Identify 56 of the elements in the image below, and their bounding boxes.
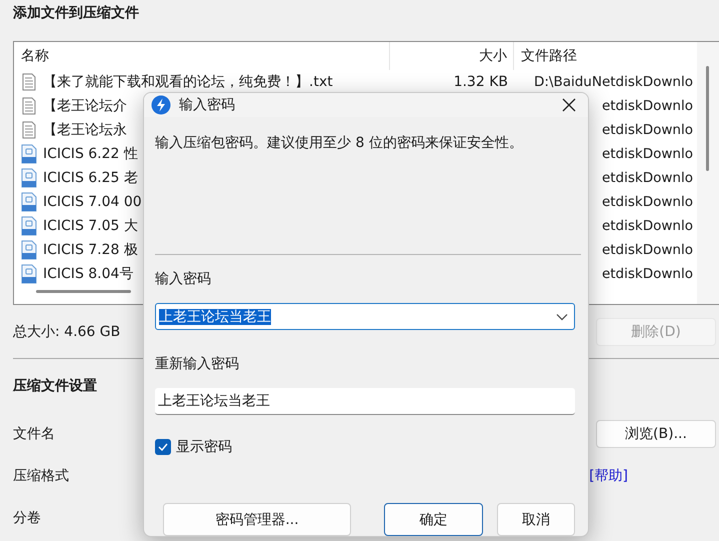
file-path-cell: D:\BaiduNetdiskDownlo <box>534 74 693 90</box>
column-header[interactable]: 文件路径 <box>521 48 577 64</box>
scrollbar-thumb[interactable] <box>706 66 709 171</box>
password-input-field[interactable]: 上老王论坛当老王 <box>155 388 575 415</box>
field-label: 文件名 <box>13 425 55 443</box>
section-title: 压缩文件设置 <box>13 378 97 394</box>
field-label: 压缩格式 <box>13 467 69 485</box>
document-icon <box>22 121 36 139</box>
checkbox-label[interactable]: 显示密码 <box>176 438 232 456</box>
checkmark-icon <box>158 443 168 451</box>
video-file-icon <box>21 168 37 188</box>
close-icon[interactable] <box>562 98 576 112</box>
total-size-label: 总大小: 4.66 GB <box>13 322 120 340</box>
scrollbar-thumb[interactable] <box>36 290 131 293</box>
ok-button[interactable]: 确定 <box>384 503 484 536</box>
video-file-icon <box>21 240 37 260</box>
chevron-down-icon[interactable] <box>556 312 568 320</box>
file-path-cell: etdiskDownlo <box>602 266 693 282</box>
column-header[interactable]: 大小 <box>479 48 507 64</box>
file-name-cell: ICICIS 6.22 性 <box>43 145 138 163</box>
file-name-cell: ICICIS 7.04 00 <box>43 194 142 210</box>
file-size-cell: 1.32 KB <box>454 74 508 90</box>
video-file-icon <box>21 144 37 164</box>
document-icon <box>22 73 36 91</box>
window-title: 添加文件到压缩文件 <box>12 4 140 23</box>
help-link[interactable]: [帮助] <box>589 467 628 485</box>
video-file-icon <box>21 216 37 236</box>
password-value: 上老王论坛当老王 <box>159 308 271 324</box>
file-path-cell: etdiskDownlo <box>602 98 693 114</box>
instruction-text: 输入压缩包密码。建议使用至少 8 位的密码来保证安全性。 <box>155 134 524 153</box>
checkbox[interactable] <box>155 439 171 455</box>
file-name-cell: ICICIS 6.25 老 <box>43 169 138 187</box>
file-name-cell: ICICIS 7.05 大 <box>43 217 138 235</box>
file-path-cell: etdiskDownlo <box>602 170 693 186</box>
file-path-cell: etdiskDownlo <box>602 194 693 210</box>
video-file-icon <box>21 192 37 212</box>
file-path-cell: etdiskDownlo <box>602 122 693 138</box>
password-manager-button[interactable]: 密码管理器... <box>163 503 352 536</box>
document-icon <box>22 97 36 115</box>
password-combo-field[interactable]: 上老王论坛当老王 <box>155 303 575 330</box>
dialog-title: 输入密码 <box>179 96 236 114</box>
video-file-icon <box>21 264 37 284</box>
file-name-cell: 【来了就能下载和观看的论坛，纯免费！】.txt <box>43 73 333 91</box>
field-label: 重新输入密码 <box>155 356 239 372</box>
file-path-cell: etdiskDownlo <box>602 218 693 234</box>
cancel-button[interactable]: 取消 <box>497 503 575 536</box>
file-name-cell: ICICIS 8.04号 <box>43 265 134 283</box>
column-header[interactable]: 名称 <box>21 42 49 70</box>
file-name-cell: 【老王论坛介 <box>43 97 127 115</box>
file-name-cell: 【老王论坛永 <box>43 121 127 139</box>
field-label: 输入密码 <box>155 271 211 287</box>
file-name-cell: ICICIS 7.28 极 <box>43 241 138 259</box>
file-path-cell: etdiskDownlo <box>602 146 693 162</box>
field-label: 分卷 <box>13 509 41 527</box>
file-path-cell: etdiskDownlo <box>602 242 693 258</box>
browse-button[interactable]: 浏览(B)... <box>596 420 716 448</box>
